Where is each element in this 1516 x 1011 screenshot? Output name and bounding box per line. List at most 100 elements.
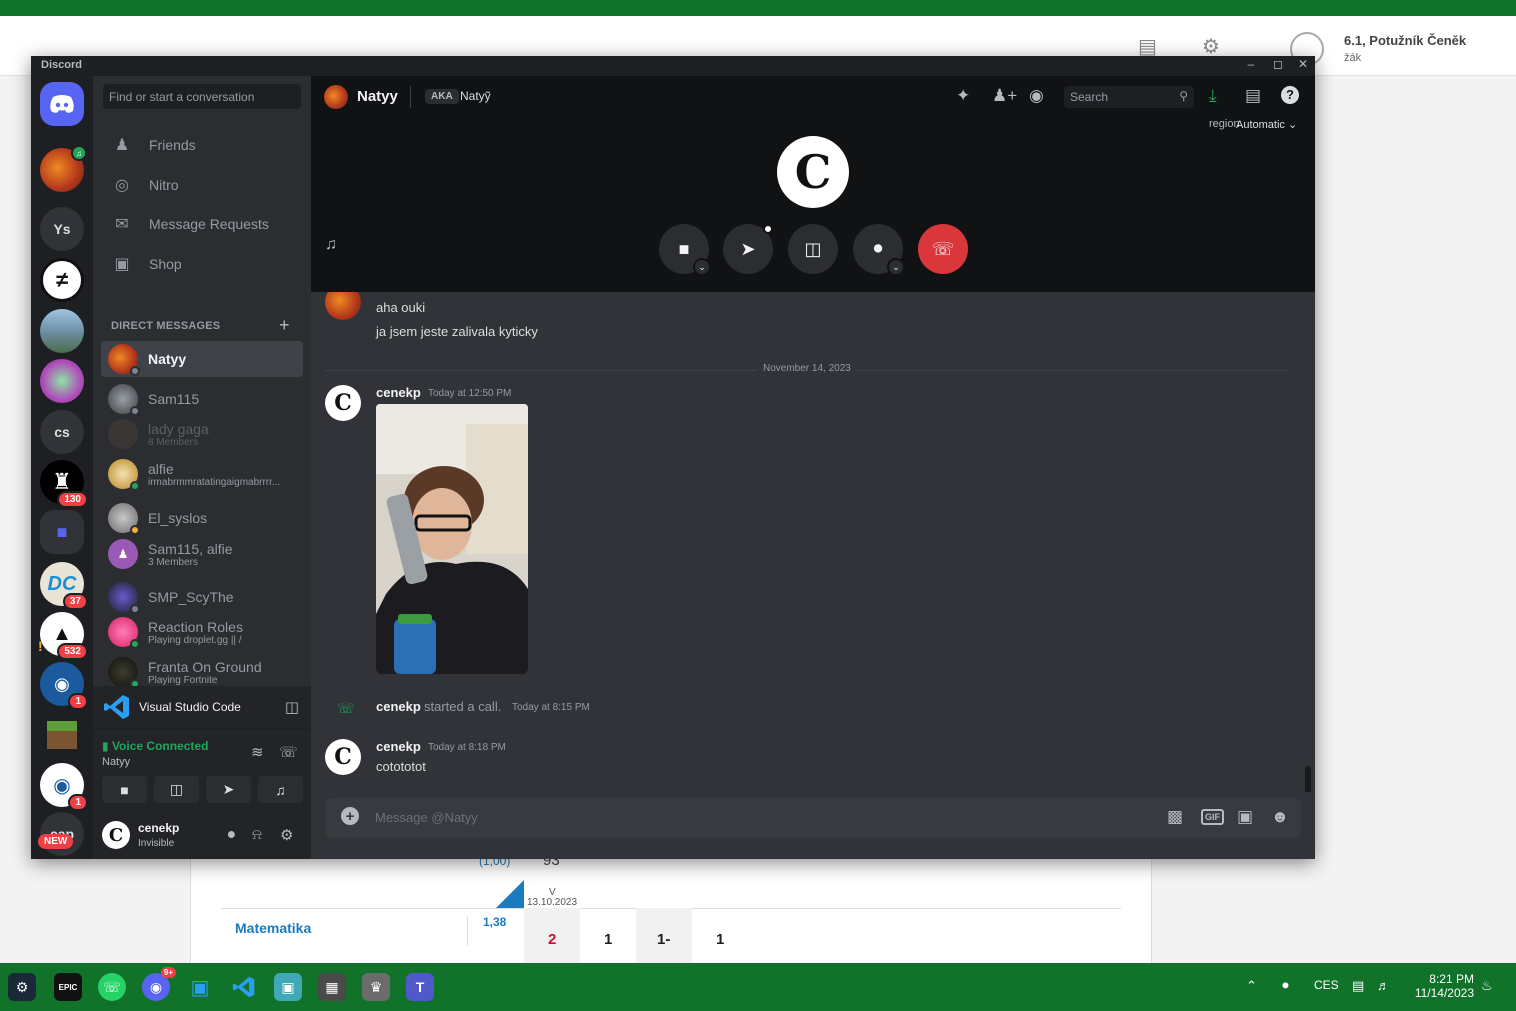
grade-mark[interactable]: 1 [716,931,724,948]
gif-button[interactable]: GIF [1201,809,1224,825]
dm-item-reaction-roles[interactable]: Reaction Roles Playing droplet.gg || / [101,614,303,650]
calculator-icon[interactable]: ▦ [318,973,346,1001]
guild-dc-server[interactable]: DC 37 [40,562,88,610]
grade-mark[interactable]: 2 [548,931,556,948]
chevron-down-icon[interactable]: ⌄ [693,258,711,276]
download-icon[interactable]: ⤓ [1209,86,1217,106]
notification-bell-icon[interactable]: ♨ [1481,978,1493,994]
noise-suppression-icon[interactable]: ≋ [251,743,264,761]
scrollbar[interactable] [1305,766,1311,792]
language-indicator[interactable]: CES [1314,978,1339,992]
headphones-icon[interactable]: ⍾ [252,826,262,843]
message-author[interactable]: cenekp [376,385,421,400]
share-screen-button[interactable]: ◫ [788,224,838,274]
guild-folder[interactable]: ■ [40,510,84,554]
disconnect-icon[interactable]: ☏ [279,743,298,761]
emoji-icon[interactable]: ☻ [1271,807,1289,827]
dm-item-el-syslos[interactable]: El_syslos [101,500,303,536]
maximize-icon[interactable]: ◻ [1268,57,1288,71]
help-icon[interactable]: ? [1281,86,1299,104]
camera-button[interactable]: ■ [102,776,147,803]
share-screen-button[interactable]: ◫ [154,776,199,803]
search-input[interactable]: Search ⚲ [1064,86,1194,108]
grade-mark[interactable]: 1- [657,931,670,948]
guild-alert-server[interactable]: ▲ ! 532 [38,612,88,660]
dm-item-franta-on-ground[interactable]: Franta On Ground Playing Fortnite [101,654,303,690]
settings-gear-icon[interactable]: ⚙ [280,826,293,844]
add-grade-corner[interactable] [496,880,524,908]
disconnect-button[interactable]: ☏ [918,224,968,274]
dm-item-smp-scythe[interactable]: SMP_ScyThe [101,579,303,615]
guild-anime-server[interactable] [40,359,84,403]
soundboard-icon[interactable]: ♫ [325,236,337,254]
guild-ys[interactable]: Ys [40,207,84,251]
add-friend-icon[interactable]: ♟+ [992,86,1017,106]
guild-bot-server[interactable]: ◉ 1 [40,662,88,710]
attached-photo[interactable] [376,404,528,674]
dm-item-natyy[interactable]: Natyy [101,341,303,377]
subject-name[interactable]: Matematika [235,920,311,936]
guild-cs[interactable]: cs [40,410,84,454]
guild-minecraft-server[interactable] [40,713,84,757]
vscode-taskbar-icon[interactable] [230,973,258,1001]
inbox-icon[interactable]: ▤ [1245,86,1261,106]
camera-button[interactable]: ■ ⌄ [659,224,711,276]
nav-friends[interactable]: ♟ Friends [101,126,303,164]
grade-mark[interactable]: 1 [604,931,612,948]
chevron-down-icon[interactable]: ⌄ [887,258,905,276]
dm-item-lady-gaga[interactable]: lady gaga 8 Members [101,416,303,452]
guild-castle-server[interactable]: ♜ 130 [40,460,88,508]
message-avatar[interactable] [325,292,361,320]
network-icon[interactable]: ▤ [1352,978,1364,994]
guild-voice-server[interactable]: ♫ [40,145,87,192]
message-composer[interactable]: + Message @Natyy ▩ GIF ▣ ☻ [325,798,1301,838]
recipient-name[interactable]: Natyy [357,88,398,105]
message-author[interactable]: cenekp [376,739,421,754]
dm-item-sam115[interactable]: Sam115 [101,381,303,417]
recipient-avatar[interactable] [324,85,348,109]
microphone-icon[interactable]: ⚫ [1280,978,1291,994]
whatsapp-icon[interactable]: ☏ [98,973,126,1001]
microphone-icon[interactable]: ⚫ [225,826,238,844]
nav-shop[interactable]: ▣ Shop [101,245,303,283]
call-event-author[interactable]: cenekp [376,699,421,714]
gift-icon[interactable]: ▩ [1167,807,1183,827]
nav-message-requests[interactable]: ✉ Message Requests [101,205,303,243]
dm-item-alfie[interactable]: alfie irmabrmmratatingaigmabrrrr... [101,456,303,492]
voice-channel[interactable]: Natyy [102,756,130,768]
pin-icon[interactable]: ✦ [956,86,970,106]
app-icon[interactable]: ♛ [362,973,390,1001]
mute-button[interactable]: ⚫ ⌄ [853,224,905,276]
epic-games-icon[interactable]: EPIC [54,973,82,1001]
close-icon[interactable]: ✕ [1293,57,1313,71]
chevron-up-icon[interactable]: ⌃ [1246,978,1257,994]
dm-item-group-sam115-alfie[interactable]: ♟ Sam115, alfie 3 Members [101,536,303,572]
volume-icon[interactable]: ♬ [1377,978,1390,993]
teams-icon[interactable]: T [406,973,434,1001]
message-input[interactable]: Message @Natyy [375,810,478,825]
screen-share-icon[interactable]: ◫ [285,698,299,716]
steam-icon[interactable]: ⚙ [8,973,36,1001]
user-profile-icon[interactable]: ◉ [1029,86,1044,106]
store-icon[interactable]: ▣ [186,973,214,1001]
message-avatar[interactable]: C [325,385,361,421]
guild-landscape-server[interactable] [40,309,84,353]
sticker-icon[interactable]: ▣ [1237,807,1253,827]
activity-button[interactable]: ➤ [723,224,773,274]
conversation-search[interactable]: Find or start a conversation [103,84,301,109]
upload-plus-icon[interactable]: + [341,807,359,825]
call-participant-avatar[interactable]: C [777,136,849,208]
minimize-icon[interactable]: – [1241,57,1261,71]
soundboard-button[interactable]: ♫ [258,776,303,803]
region-select[interactable]: Automatic ⌄ [1236,118,1297,131]
message-avatar[interactable]: C [325,739,361,775]
home-button[interactable] [40,82,84,126]
create-dm-icon[interactable]: + [279,315,290,336]
activity-button[interactable]: ➤ [206,776,251,803]
package-icon[interactable]: ▣ [274,973,302,1001]
user-avatar[interactable]: C [102,821,130,849]
discord-taskbar-icon[interactable]: ◉ 9+ [142,967,176,1001]
guild-mask-server[interactable]: ◉ 1 [40,763,88,811]
guild-neq-server[interactable]: ≠ [40,258,84,302]
nav-nitro[interactable]: ◎ Nitro [101,166,303,204]
